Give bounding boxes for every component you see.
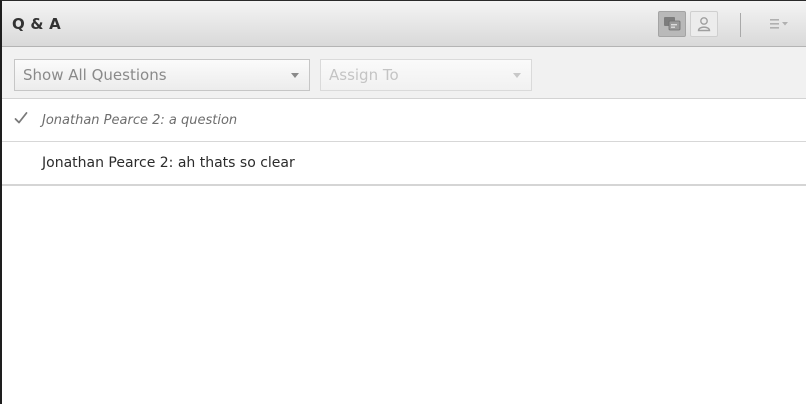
- pod-title: Q & A: [12, 14, 61, 33]
- pod-titlebar: Q & A: [2, 1, 806, 47]
- view-toggle: [658, 11, 718, 37]
- question-text: Jonathan Pearce 2: ah thats so clear: [42, 155, 295, 171]
- qa-pod: Q & A Show All Questions Assign To Jonat…: [0, 0, 806, 404]
- menu-list-icon: [770, 19, 788, 29]
- question-row[interactable]: Jonathan Pearce 2: ah thats so clear: [2, 142, 806, 186]
- show-questions-dropdown[interactable]: Show All Questions: [14, 59, 310, 91]
- titlebar-divider: [740, 13, 741, 37]
- question-view-button[interactable]: [658, 11, 686, 37]
- chevron-down-icon: [513, 73, 521, 78]
- presenter-view-button[interactable]: [690, 11, 718, 37]
- question-list: Jonathan Pearce 2: a question Jonathan P…: [2, 99, 806, 186]
- question-text: Jonathan Pearce 2: a question: [42, 112, 238, 128]
- question-row[interactable]: Jonathan Pearce 2: a question: [2, 99, 806, 142]
- presenter-view-icon: [697, 17, 711, 32]
- question-view-icon: [664, 17, 681, 31]
- chevron-down-icon: [291, 73, 299, 78]
- pod-menu-button[interactable]: [768, 15, 792, 33]
- show-questions-value: Show All Questions: [23, 66, 167, 84]
- check-icon: [14, 112, 28, 124]
- filter-bar: Show All Questions Assign To: [2, 47, 806, 99]
- assign-to-value: Assign To: [329, 66, 399, 84]
- assign-to-dropdown[interactable]: Assign To: [320, 59, 532, 91]
